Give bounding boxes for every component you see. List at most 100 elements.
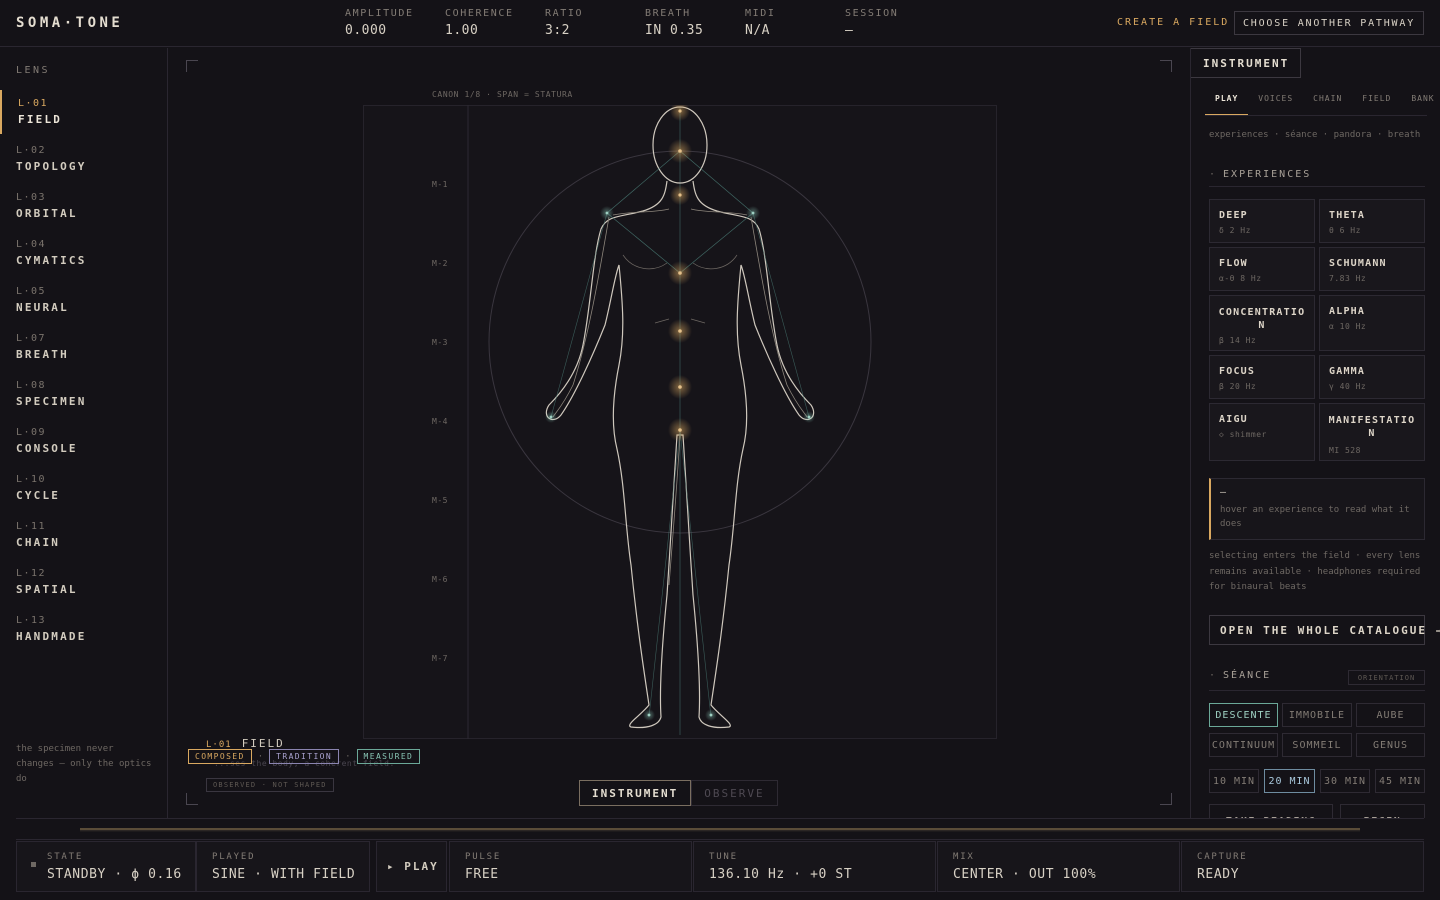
experience-card-gamma[interactable]: GAMMA γ 40 Hz — [1319, 355, 1425, 399]
figure-arm-right-inner — [750, 216, 808, 418]
metric-midi: MIDI N/A — [745, 8, 775, 38]
badge-separator: · — [257, 751, 264, 762]
create-field-link[interactable]: CREATE A FIELD — [1117, 17, 1229, 28]
sidebar-item-console[interactable]: L·09 CONSOLE — [0, 419, 167, 463]
seance-option-immobile[interactable]: IMMOBILE — [1282, 703, 1352, 727]
experience-name: THETA — [1329, 210, 1366, 221]
status-value: 136.10 Hz · +0 ST — [709, 867, 853, 882]
sidebar-item-specimen[interactable]: L·08 SPECIMEN — [0, 372, 167, 416]
node-core — [678, 385, 682, 389]
metric-label: RATIO — [545, 8, 584, 19]
seance-option-continuum[interactable]: CONTINUUM — [1209, 733, 1278, 757]
node-core — [709, 713, 713, 717]
sidebar-item-handmade[interactable]: L·13 HANDMADE — [0, 607, 167, 651]
sidebar-item-breath[interactable]: L·07 BREATH — [0, 325, 167, 369]
seance-option-descente[interactable]: DESCENTE — [1209, 703, 1278, 727]
duration-10-min[interactable]: 10 MIN — [1209, 769, 1259, 793]
tab-chain[interactable]: CHAIN — [1303, 92, 1352, 116]
experience-freq: β 20 Hz — [1219, 382, 1257, 391]
lens-code: L·02 — [16, 145, 47, 156]
figure-arm-left-inner — [552, 216, 610, 418]
sidebar-note: the specimen never changes — only the op… — [16, 744, 152, 784]
lens-sidebar: LENS L·01 FIELD L·02 TOPOLOGY L·03 ORBIT… — [0, 48, 168, 818]
experience-card-deep[interactable]: DEEP δ 2 Hz — [1209, 199, 1315, 243]
node-core — [678, 193, 682, 197]
lens-name: SPECIMEN — [16, 395, 87, 408]
seance-option-sommeil[interactable]: SOMMEIL — [1282, 733, 1352, 757]
experience-name: SCHUMANN — [1329, 258, 1387, 269]
metric-label: BREATH — [645, 8, 691, 19]
node-core — [678, 271, 682, 275]
node-core — [605, 211, 609, 215]
sidebar-item-cycle[interactable]: L·10 CYCLE — [0, 466, 167, 510]
sidebar-item-cymatics[interactable]: L·04 CYMATICS — [0, 231, 167, 275]
mode-observe-button[interactable]: OBSERVE — [691, 780, 778, 806]
tab-voices[interactable]: VOICES — [1248, 92, 1303, 116]
experience-card-concentration[interactable]: CONCENTRATION β 14 Hz — [1209, 295, 1315, 351]
mode-toggle: INSTRUMENT OBSERVE — [579, 780, 778, 806]
sidebar-item-topology[interactable]: L·02 TOPOLOGY — [0, 137, 167, 181]
experience-freq: α-θ 8 Hz — [1219, 274, 1262, 283]
tab-play[interactable]: PLAY — [1205, 92, 1249, 116]
node-core — [678, 149, 682, 153]
node-crown — [670, 105, 690, 121]
experience-hint-box: — hover an experience to read what it do… — [1209, 478, 1425, 540]
duration-45-min[interactable]: 45 MIN — [1375, 769, 1425, 793]
choose-pathway-button[interactable]: CHOOSE ANOTHER PATHWAY — [1234, 11, 1424, 35]
sidebar-item-neural[interactable]: L·05 NEURAL — [0, 278, 167, 322]
canon-label: CANON 1/8 · SPAN = STATURA — [432, 90, 573, 99]
experience-card-alpha[interactable]: ALPHA α 10 Hz — [1319, 295, 1425, 351]
experience-card-schumann[interactable]: SCHUMANN 7.83 Hz — [1319, 247, 1425, 291]
badge-composed: COMPOSED — [188, 749, 252, 764]
experience-card-flow[interactable]: FLOW α-θ 8 Hz — [1209, 247, 1315, 291]
lens-code: L·09 — [16, 427, 47, 438]
seance-option-genus[interactable]: GENUS — [1356, 733, 1425, 757]
lens-name: NEURAL — [16, 301, 69, 314]
status-value: FREE — [465, 867, 499, 882]
status-played: PLAYED SINE · WITH FIELD — [196, 841, 370, 892]
experience-name: FOCUS — [1219, 366, 1256, 377]
lens-name: CHAIN — [16, 536, 61, 549]
duration-30-min[interactable]: 30 MIN — [1320, 769, 1370, 793]
metric-value: 3:2 — [545, 23, 570, 38]
metric-ratio: RATIO 3:2 — [545, 8, 583, 38]
play-label: ▸ PLAY — [387, 860, 439, 873]
begin-button[interactable]: BEGIN — [1340, 804, 1425, 818]
frame-corner — [186, 793, 198, 805]
open-catalogue-button[interactable]: OPEN THE WHOLE CATALOGUE → — [1209, 615, 1440, 645]
duration-20-min[interactable]: 20 MIN — [1264, 769, 1315, 793]
sidebar-item-field[interactable]: L·01 FIELD — [0, 90, 167, 134]
mode-instrument-button[interactable]: INSTRUMENT — [579, 780, 692, 806]
tab-bank[interactable]: BANK — [1401, 92, 1440, 116]
brand-logo: SOMA·TONE — [16, 15, 124, 31]
sidebar-item-orbital[interactable]: L·03 ORBITAL — [0, 184, 167, 228]
lens-code: L·05 — [16, 286, 47, 297]
orientation-button[interactable]: ORIENTATION — [1348, 670, 1425, 685]
tab-field[interactable]: FIELD — [1352, 92, 1401, 116]
play-button[interactable]: ▸ PLAY — [376, 841, 447, 892]
experience-freq: θ 6 Hz — [1329, 226, 1361, 235]
take-reading-button[interactable]: TAKE READING — [1209, 804, 1333, 818]
panel-tabs: PLAY VOICES CHAIN FIELD BANK — [1205, 92, 1434, 116]
sidebar-item-chain[interactable]: L·11 CHAIN — [0, 513, 167, 557]
tab-description: experiences · séance · pandora · breath — [1209, 130, 1421, 140]
experience-card-aigu[interactable]: AIGU ◇ shimmer — [1209, 403, 1315, 461]
lens-code: L·07 — [16, 333, 47, 344]
figure-collarbone-left — [612, 208, 670, 216]
node-core — [678, 329, 682, 333]
badge-tradition: TRADITION — [269, 749, 340, 764]
frame-corner — [186, 60, 198, 72]
lens-code: L·13 — [16, 615, 47, 626]
node-core — [807, 415, 811, 419]
sidebar-item-spatial[interactable]: L·12 SPATIAL — [0, 560, 167, 604]
frame-corner — [1160, 793, 1172, 805]
metric-label: COHERENCE — [445, 8, 514, 19]
status-value: STANDBY · ϕ 0.16 — [47, 867, 182, 882]
hint-text: hover an experience to read what it does — [1220, 505, 1410, 529]
status-label: STATE — [47, 852, 84, 862]
experience-card-theta[interactable]: THETA θ 6 Hz — [1319, 199, 1425, 243]
seance-option-aube[interactable]: AUBE — [1356, 703, 1425, 727]
experience-card-manifestation[interactable]: MANIFESTATION MI 528 — [1319, 403, 1425, 461]
metric-session: SESSION — — [845, 8, 898, 38]
experience-card-focus[interactable]: FOCUS β 20 Hz — [1209, 355, 1315, 399]
